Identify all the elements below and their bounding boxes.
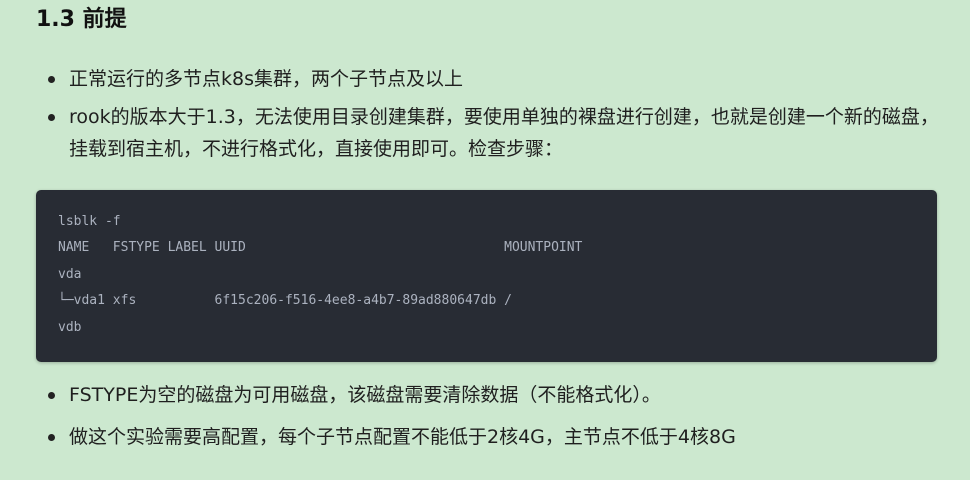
prerequisite-list: 正常运行的多节点k8s集群，两个子节点及以上 rook的版本大于1.3，无法使用… — [45, 63, 955, 171]
list-item-text: FSTYPE为空的磁盘为可用磁盘，该磁盘需要清除数据（不能格式化）。 — [69, 384, 661, 406]
bullet-icon — [48, 392, 55, 399]
list-item-text: 做这个实验需要高配置，每个子节点配置不能低于2核4G，主节点不低于4核8G — [69, 426, 736, 448]
code-line: └─vda1 xfs 6f15c206-f516-4ee8-a4b7-89ad8… — [58, 293, 512, 309]
code-line: NAME FSTYPE LABEL UUID MOUNTPOINT — [58, 240, 583, 256]
code-block: lsblk -f NAME FSTYPE LABEL UUID MOUNTPOI… — [36, 190, 937, 362]
list-item-text: rook的版本大于1.3，无法使用目录创建集群，要使用单独的裸盘进行创建，也就是… — [69, 106, 939, 160]
code-line: vda — [58, 266, 82, 282]
list-item: 做这个实验需要高配置，每个子节点配置不能低于2核4G，主节点不低于4核8G — [45, 421, 955, 453]
code-line: vdb — [58, 319, 82, 335]
document-page: 1.3 前提 正常运行的多节点k8s集群，两个子节点及以上 rook的版本大于1… — [0, 0, 970, 480]
code-line: lsblk -f — [58, 214, 121, 229]
list-item: FSTYPE为空的磁盘为可用磁盘，该磁盘需要清除数据（不能格式化）。 — [45, 379, 955, 411]
bullet-icon — [48, 114, 55, 121]
list-item: rook的版本大于1.3，无法使用目录创建集群，要使用单独的裸盘进行创建，也就是… — [45, 101, 955, 165]
notes-list: FSTYPE为空的磁盘为可用磁盘，该磁盘需要清除数据（不能格式化）。 做这个实验… — [45, 379, 955, 463]
bullet-icon — [48, 434, 55, 441]
list-item-text: 正常运行的多节点k8s集群，两个子节点及以上 — [69, 68, 463, 90]
list-item: 正常运行的多节点k8s集群，两个子节点及以上 — [45, 63, 955, 95]
section-heading: 1.3 前提 — [36, 7, 127, 32]
bullet-icon — [48, 76, 55, 83]
